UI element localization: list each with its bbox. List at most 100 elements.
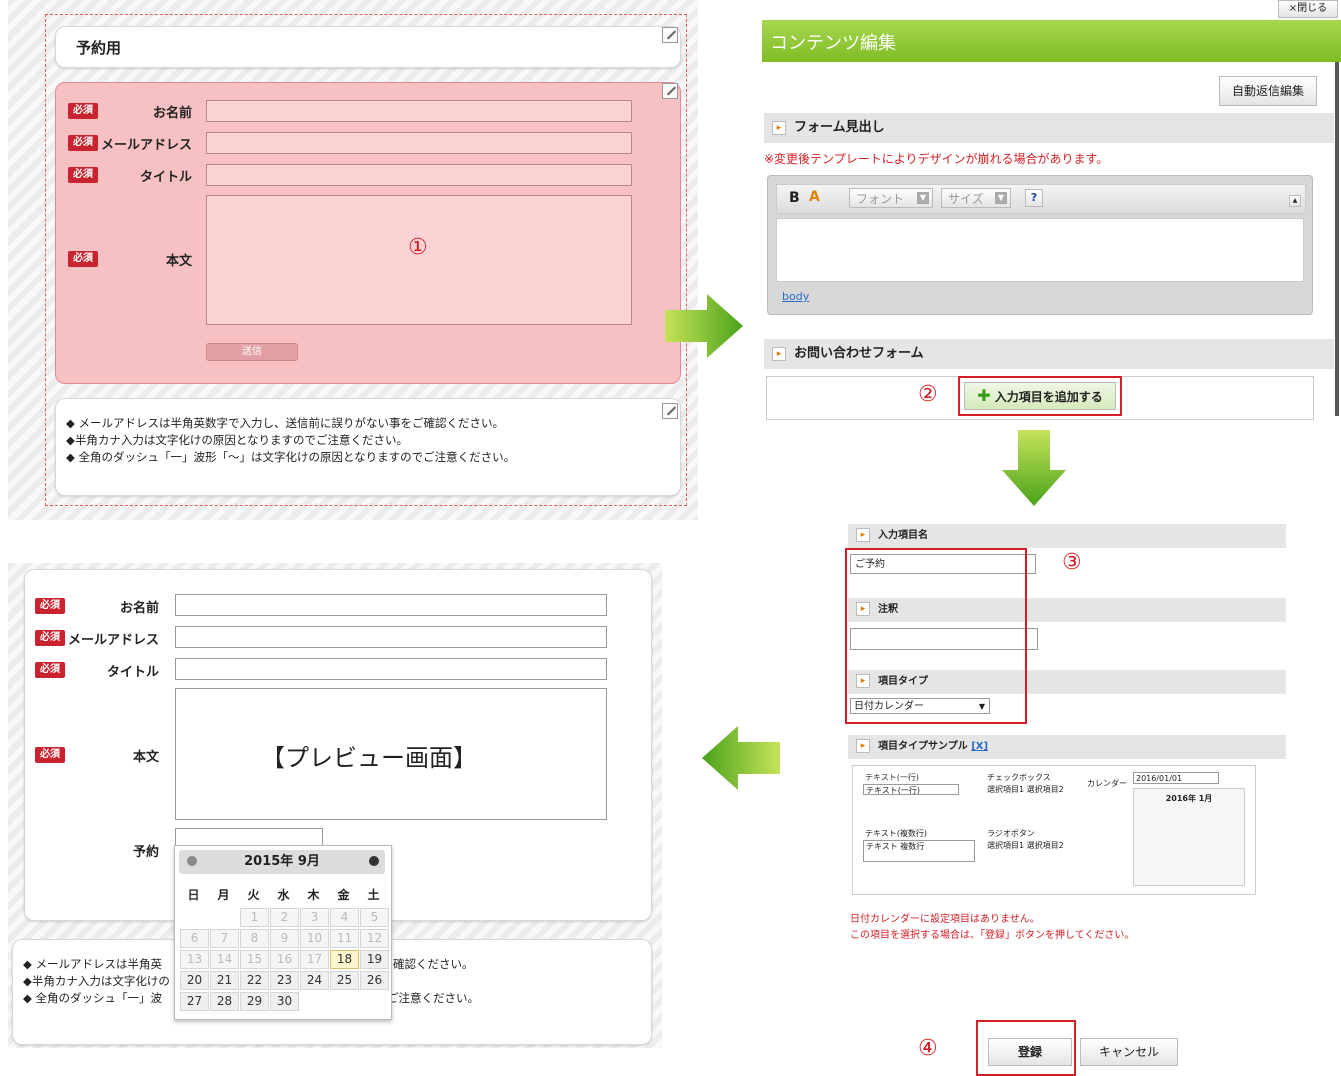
calendar-day[interactable]: 30 (270, 992, 299, 1011)
calendar-day[interactable]: 19 (360, 950, 389, 969)
close-button[interactable]: ×閉じる (1278, 0, 1338, 18)
calendar-day: 14 (210, 950, 239, 969)
calendar-day[interactable]: 26 (360, 971, 389, 990)
calendar-day[interactable]: 21 (210, 971, 239, 990)
plus-icon: ✚ (977, 386, 991, 405)
step-1-marker: ① (408, 235, 428, 260)
calendar-day: 3 (300, 908, 329, 927)
arrow-left-icon (702, 726, 780, 790)
notes-card: ◆ メールアドレスは半角英数字で入力し、送信前に誤りがない事をご確認ください。 … (55, 398, 681, 496)
edit-icon[interactable] (662, 403, 678, 419)
weekday-label: 水 (277, 888, 290, 902)
help-button[interactable]: ? (1025, 189, 1043, 207)
form-fields-area[interactable]: 必須 お名前 必須 メールアドレス 必須 タイトル 必須 本文 ① 送信 (55, 82, 681, 384)
sample-text-multi-value: テキスト 複数行 (866, 842, 925, 851)
note-line-tail: 確認ください。 (393, 957, 474, 971)
size-select[interactable]: サイズ ▼ (941, 188, 1011, 208)
editor-title: コンテンツ編集 (770, 33, 896, 54)
name-input[interactable] (175, 594, 607, 616)
calendar-day: 9 (270, 929, 299, 948)
dropdown-arrow-icon: ▼ (917, 192, 929, 204)
calendar-day: 17 (300, 950, 329, 969)
note-line: ◆半角カナ入力は文字化けの原因となりますのでご注意ください。 (66, 433, 408, 447)
weekday-label: 月 (217, 888, 230, 902)
calendar-day: 5 (360, 908, 389, 927)
date-picker[interactable]: 2015年 9月 日月火水木金土 1 2 3 4 5 6 7 8 9 10 11 12 13 14 15 16 1… (174, 845, 392, 1020)
arrow-icon: ▸ (856, 739, 870, 753)
arrow-icon: ▸ (772, 346, 786, 361)
weekday-label: 火 (247, 888, 260, 902)
add-item-button[interactable]: ✚ 入力項目を追加する (964, 382, 1116, 410)
note-line: ◆ 全角のダッシュ「一」波形「～」は文字化けの原因となりますのでご注意ください。 (66, 450, 516, 464)
arrow-icon: ▸ (856, 528, 870, 542)
note-line-tail: ご注意ください。 (387, 991, 479, 1005)
form-heading-label: フォーム見出し (794, 120, 885, 135)
sample-close-link[interactable]: [X] (971, 741, 988, 752)
email-input[interactable] (175, 626, 607, 648)
form-heading-section: ▸ フォーム見出し (764, 113, 1334, 143)
note-line: ◆ メールアドレスは半角英数字で入力し、送信前に誤りがない事をご確認ください。 (66, 416, 504, 430)
calendar-day[interactable]: 18 (330, 950, 359, 969)
font-select[interactable]: フォント ▼ (849, 188, 933, 208)
weekday-label: 金 (337, 888, 350, 902)
cancel-button[interactable]: キャンセル (1080, 1038, 1178, 1066)
calendar-day: 12 (360, 929, 389, 948)
editor-scroll-bar[interactable] (1335, 62, 1339, 416)
sample-text-multi-label: テキスト(複数行) (865, 829, 928, 838)
calendar-day[interactable]: 27 (180, 992, 209, 1011)
calendar-day[interactable]: 28 (210, 992, 239, 1011)
calendar-day: 13 (180, 950, 209, 969)
weekday-label: 土 (367, 888, 380, 902)
email-input[interactable] (206, 132, 632, 154)
sample-radio-label: ラジオボタン (987, 829, 1035, 838)
sample-text-single-value: テキスト(一行) (866, 786, 921, 795)
inquiry-form-section: ▸ お問い合わせフォーム (764, 339, 1334, 369)
form-editor-panel: 予約用 必須 お名前 必須 メールアドレス 必須 タイトル 必須 本文 ① 送信… (8, 0, 698, 520)
sample-calendar-title: 2016年 1月 (1165, 794, 1213, 803)
calendar-day: 4 (330, 908, 359, 927)
calendar-day[interactable]: 29 (240, 992, 269, 1011)
text-color-button[interactable]: A (809, 189, 820, 205)
title-input[interactable] (175, 658, 607, 680)
collapse-toolbar-button[interactable]: ▲ (1289, 195, 1301, 207)
email-label: メールアドレス (67, 633, 159, 648)
calendar-day[interactable]: 25 (330, 971, 359, 990)
font-select-label: フォント (856, 192, 905, 206)
autoreply-edit-button[interactable]: 自動返信編集 (1219, 76, 1317, 106)
next-month-icon[interactable] (369, 856, 379, 866)
calendar-day[interactable]: 22 (240, 971, 269, 990)
inquiry-form-label: お問い合わせフォーム (794, 346, 924, 361)
rich-text-editor[interactable]: B A フォント ▼ サイズ ▼ ? ▲ body (767, 175, 1313, 315)
type-sample-label: 項目タイプサンプル (878, 741, 968, 752)
calendar-day[interactable]: 23 (270, 971, 299, 990)
arrow-down-icon (1002, 430, 1066, 506)
preview-caption: 【プレビュー画面】 (261, 744, 477, 772)
prev-month-icon[interactable] (187, 856, 197, 866)
title-input[interactable] (206, 164, 632, 186)
form-title-card[interactable]: 予約用 (55, 26, 681, 68)
body-path-link[interactable]: body (782, 290, 809, 303)
sample-checkbox-label: チェックボックス (987, 773, 1051, 782)
calendar-day: 15 (240, 950, 269, 969)
sample-calendar: 2016年 1月 (1133, 788, 1245, 886)
weekday-label: 日 (187, 888, 200, 902)
body-textarea[interactable] (206, 195, 632, 325)
type-sample-panel: テキスト(一行) テキスト(一行) チェックボックス 選択項目1 選択項目2 カ… (852, 765, 1256, 895)
edit-icon[interactable] (662, 27, 678, 43)
edit-icon[interactable] (662, 83, 678, 99)
editor-content-area[interactable] (776, 218, 1304, 282)
name-label: お名前 (119, 601, 159, 616)
register-button[interactable]: 登録 (988, 1038, 1072, 1066)
bold-button[interactable]: B (789, 190, 800, 206)
calendar-day: 7 (210, 929, 239, 948)
calendar-notice-2: この項目を選択する場合は、「登録」ボタンを押してください。 (850, 930, 1135, 941)
submit-button[interactable]: 送信 (206, 343, 298, 361)
calendar-header: 2015年 9月 (179, 850, 385, 874)
sample-date-input: 2016/01/01 (1133, 772, 1219, 784)
step-2-marker: ② (918, 382, 938, 407)
calendar-notice-1: 日付カレンダーに設定項目はありません。 (850, 914, 1040, 925)
calendar-day[interactable]: 20 (180, 971, 209, 990)
calendar-day[interactable]: 24 (300, 971, 329, 990)
name-input[interactable] (206, 100, 632, 122)
sample-text-single-input: テキスト(一行) (863, 784, 959, 795)
